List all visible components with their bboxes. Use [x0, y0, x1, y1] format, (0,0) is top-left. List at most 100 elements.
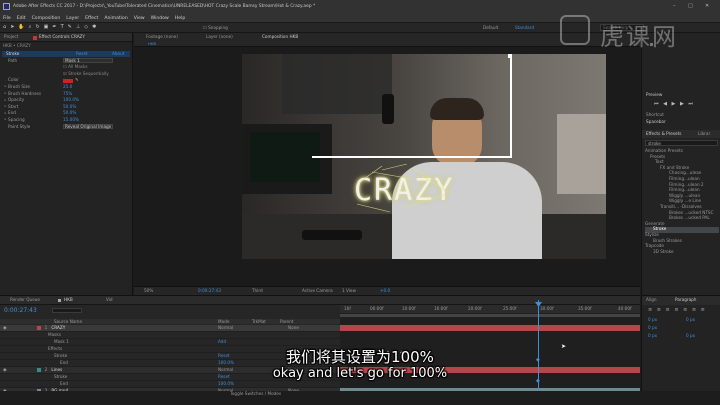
prop-paint-style: Paint Style Reveal Original Image — [8, 123, 114, 130]
camera-dropdown[interactable]: Active Camera — [302, 288, 333, 294]
layer-name[interactable]: CRAZY — [51, 325, 65, 331]
col-source-name[interactable]: Source Name — [54, 319, 82, 325]
menu-view[interactable]: View — [134, 16, 145, 21]
viewer-timecode[interactable]: 0:00:27:43 — [198, 288, 221, 294]
menu-layer[interactable]: Layer — [66, 16, 79, 21]
space-after-value[interactable]: 0 px — [686, 333, 695, 339]
indent-first-value[interactable]: 0 px — [648, 325, 657, 331]
scene-monitor-screen — [250, 132, 320, 182]
about-link[interactable]: About — [112, 51, 124, 57]
col-mode[interactable]: Mode — [218, 319, 229, 325]
reset-link[interactable]: Reset — [76, 51, 88, 57]
layer-row[interactable]: ◉ 1 CRAZY Normal None — [0, 325, 340, 332]
hand-tool-icon[interactable]: ✋ — [18, 24, 24, 31]
mask-outline[interactable] — [312, 54, 512, 158]
tab-composition[interactable]: Composition HKB — [262, 34, 298, 40]
tab-vid[interactable]: Vid — [106, 297, 113, 303]
indent-left-value[interactable]: 0 px — [648, 317, 657, 323]
tab-hkb[interactable]: HKB — [64, 297, 73, 303]
layer-row[interactable]: Mask 1 Add — [0, 339, 340, 346]
tree-item[interactable]: 3D Stroke — [645, 249, 719, 256]
layer-search-input[interactable] — [52, 308, 82, 313]
home-icon[interactable]: ⌂ — [3, 24, 6, 31]
pen-tool-icon[interactable]: ✒ — [52, 24, 56, 31]
tab-layer[interactable]: Layer (none) — [206, 34, 233, 40]
path-dropdown[interactable]: Mask 1 — [63, 58, 113, 64]
workspace-default[interactable]: Default — [483, 25, 498, 31]
maximize-button[interactable]: □ — [688, 3, 693, 9]
menu-help[interactable]: Help — [175, 16, 185, 21]
visibility-icon[interactable]: ◉ — [3, 325, 7, 331]
window-title: Adobe After Effects CC 2017 - D:\Project… — [13, 4, 316, 9]
tab-footage[interactable]: Footage (none) — [146, 34, 178, 40]
effects-search-input[interactable]: stroke — [645, 140, 718, 146]
indent-right-value[interactable]: 0 px — [686, 317, 695, 323]
views-dropdown[interactable]: 1 View — [342, 288, 356, 294]
playback-controls[interactable]: ⏮ ◀ ▶ ▶ ⏭ — [654, 101, 694, 108]
close-button[interactable]: ✕ — [705, 3, 709, 9]
stamp-tool-icon[interactable]: ⊥ — [76, 24, 80, 31]
snapping-toggle[interactable]: ☐ Snapping — [203, 25, 228, 31]
exposure-value[interactable]: +0.0 — [380, 288, 390, 294]
brush-tool-icon[interactable]: ✎ — [68, 24, 72, 31]
effect-name: Stroke — [6, 50, 20, 56]
color-swatch[interactable] — [63, 78, 73, 83]
rotate-tool-icon[interactable]: ↻ — [35, 24, 39, 31]
preview-panel-title[interactable]: Preview — [646, 92, 662, 98]
comp-breadcrumb[interactable]: HKB — [148, 41, 156, 46]
shortcut-dropdown[interactable]: Spacebar — [646, 119, 666, 125]
all-masks-checkbox[interactable]: ☐ All Masks — [63, 64, 88, 70]
tab-align[interactable]: Align — [646, 297, 657, 303]
menu-file[interactable]: File — [3, 16, 11, 21]
eraser-tool-icon[interactable]: ◇ — [84, 24, 88, 31]
watermark-logo-icon — [560, 15, 590, 45]
menu-composition[interactable]: Composition — [32, 16, 61, 21]
eyedropper-icon[interactable]: ✎ — [75, 78, 79, 83]
tab-libraries[interactable]: Librar — [698, 131, 710, 137]
magnification-dropdown[interactable]: 50% — [144, 288, 153, 294]
prop-end: ▸ End 50.0% — [4, 110, 77, 116]
work-area-bar[interactable] — [340, 314, 640, 317]
stroke-seq-checkbox[interactable]: ☑ Stroke Sequentially — [63, 71, 109, 77]
layer-row[interactable]: End 100.0% — [0, 381, 340, 388]
col-parent[interactable]: Parent — [280, 319, 293, 325]
space-before-value[interactable]: 0 px — [648, 333, 657, 339]
menu-edit[interactable]: Edit — [17, 16, 26, 21]
layer-bar-crazy[interactable] — [340, 325, 640, 331]
lock-icon[interactable] — [33, 35, 37, 40]
watermark-text: 虎课网 — [600, 23, 678, 51]
resolution-dropdown[interactable]: Third — [252, 288, 263, 294]
time-ruler[interactable]: 16f 06:00f 10:00f 16:00f 20:00f 25:00f 3… — [340, 305, 640, 313]
paint-style-dropdown[interactable]: Reveal Original Image — [63, 124, 114, 130]
zoom-tool-icon[interactable]: ⌕ — [29, 24, 32, 31]
menu-animation[interactable]: Animation — [104, 16, 127, 21]
alignment-buttons[interactable]: ≡ ≡ ≡ ≡ ≡ ≡ ≡ — [648, 307, 706, 314]
workspace-standard[interactable]: Standard — [515, 25, 534, 31]
scene-keyboard — [302, 230, 362, 240]
effect-controls-header: HKB • CRAZY — [3, 43, 31, 48]
prop-all-masks[interactable]: ☐ All Masks — [3, 64, 129, 71]
minimize-button[interactable]: – — [673, 3, 676, 9]
effect-row-stroke[interactable]: Stroke Reset About — [2, 50, 130, 57]
menu-effect[interactable]: Effect — [85, 16, 98, 21]
type-tool-icon[interactable]: T — [61, 24, 64, 31]
menu-window[interactable]: Window — [151, 16, 169, 21]
tab-paragraph[interactable]: Paragraph — [675, 297, 696, 303]
puppet-tool-icon[interactable]: ✱ — [92, 24, 96, 31]
effect-properties: Path Mask 1 ☐ All Masks ☑ Stroke Sequenti… — [0, 57, 132, 132]
layer-row[interactable]: Masks — [0, 332, 340, 339]
prop-stroke-sequentially[interactable]: ☑ Stroke Sequentially — [3, 71, 129, 78]
tab-project[interactable]: Project — [4, 34, 18, 40]
tab-render-queue[interactable]: Render Queue — [10, 297, 40, 303]
camera-tool-icon[interactable]: ▣ — [44, 24, 49, 31]
timeline-timecode[interactable]: 0:00:27:43 — [4, 307, 37, 314]
toggle-switches-modes[interactable]: Toggle Switches / Modes — [230, 391, 281, 397]
composition-viewer[interactable]: CRAZY — [242, 54, 606, 259]
col-trkmat[interactable]: TrkMat — [252, 319, 266, 325]
tab-effects-presets[interactable]: Effects & Presets — [646, 131, 681, 137]
mask-handle[interactable] — [508, 54, 512, 58]
tab-effect-controls[interactable]: Effect Controls CRAZY — [39, 34, 85, 40]
label-color[interactable] — [36, 325, 41, 330]
subtitle-chinese: 我们将其设置为100% — [286, 348, 434, 366]
selection-tool-icon[interactable]: ➤ — [10, 24, 14, 31]
